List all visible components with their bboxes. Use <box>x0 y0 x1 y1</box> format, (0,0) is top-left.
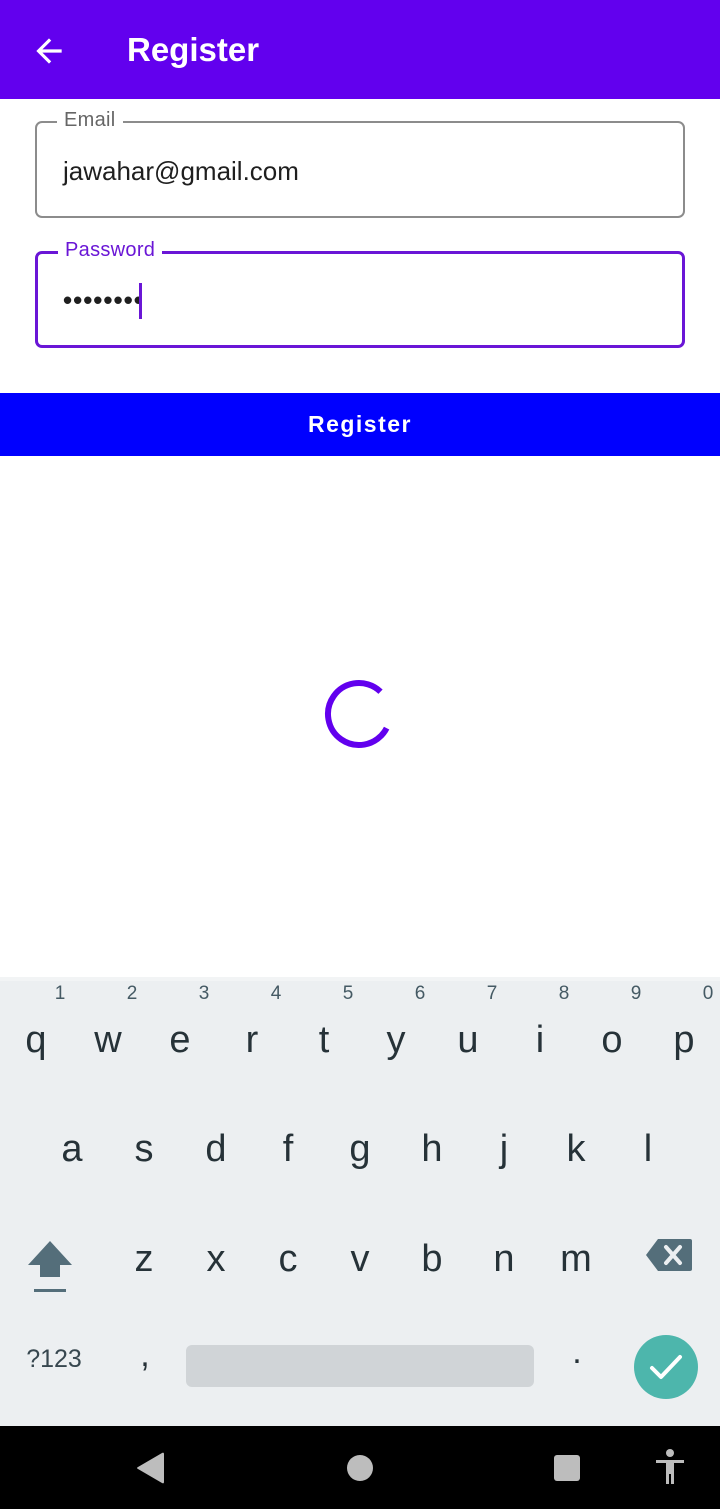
key-e[interactable]: 3e <box>144 984 216 1062</box>
key-label: p <box>673 1019 695 1061</box>
key-o[interactable]: 9o <box>576 984 648 1062</box>
email-field[interactable]: Email jawahar@gmail.com <box>35 108 685 218</box>
key-number-hint: 3 <box>198 983 210 1004</box>
nav-recents-icon[interactable] <box>553 1454 581 1482</box>
key-l[interactable]: l <box>612 1127 684 1171</box>
key-label: r <box>245 1019 259 1061</box>
key-f[interactable]: f <box>252 1127 324 1171</box>
loading-spinner-icon <box>325 680 393 748</box>
key-number-hint: 9 <box>630 983 642 1004</box>
system-nav-bar <box>0 1426 720 1509</box>
key-j[interactable]: j <box>468 1127 540 1171</box>
key-label: i <box>535 1019 545 1061</box>
key-m[interactable]: m <box>540 1237 612 1281</box>
password-value[interactable]: •••••••• <box>63 284 144 316</box>
nav-back-icon[interactable] <box>134 1450 168 1486</box>
key-number-hint: 2 <box>126 983 138 1004</box>
key-g[interactable]: g <box>324 1127 396 1171</box>
key-v[interactable]: v <box>324 1237 396 1281</box>
key-b[interactable]: b <box>396 1237 468 1281</box>
key-r[interactable]: 4r <box>216 984 288 1062</box>
key-c[interactable]: c <box>252 1237 324 1281</box>
key-s[interactable]: s <box>108 1127 180 1171</box>
key-w[interactable]: 2w <box>72 984 144 1062</box>
comma-key[interactable]: , <box>120 1336 170 1375</box>
key-u[interactable]: 7u <box>432 984 504 1062</box>
password-field[interactable]: Password •••••••• <box>35 238 685 348</box>
email-value[interactable]: jawahar@gmail.com <box>63 155 299 187</box>
key-k[interactable]: k <box>540 1127 612 1171</box>
arrow-back-icon[interactable] <box>30 32 68 70</box>
key-label: q <box>25 1019 47 1061</box>
register-button[interactable]: Register <box>0 393 720 456</box>
key-n[interactable]: n <box>468 1237 540 1281</box>
soft-keyboard: 1q2w3e4r5t6y7u8i9o0p asdfghjkl zxcvbnm ?… <box>0 977 720 1426</box>
key-p[interactable]: 0p <box>648 984 720 1062</box>
text-cursor <box>139 283 142 319</box>
key-label: y <box>386 1019 406 1061</box>
key-y[interactable]: 6y <box>360 984 432 1062</box>
key-x[interactable]: x <box>180 1237 252 1281</box>
key-number-hint: 4 <box>270 983 282 1004</box>
key-a[interactable]: a <box>36 1127 108 1171</box>
key-d[interactable]: d <box>180 1127 252 1171</box>
key-number-hint: 6 <box>414 983 426 1004</box>
key-label: w <box>94 1019 122 1061</box>
key-number-hint: 5 <box>342 983 354 1004</box>
key-number-hint: 0 <box>702 983 714 1004</box>
key-z[interactable]: z <box>108 1237 180 1281</box>
key-number-hint: 8 <box>558 983 570 1004</box>
email-label: Email <box>57 108 123 132</box>
key-label: e <box>169 1019 191 1061</box>
key-h[interactable]: h <box>396 1127 468 1171</box>
accessibility-icon[interactable] <box>654 1448 686 1486</box>
app-bar: Register <box>0 0 720 99</box>
key-number-hint: 7 <box>486 983 498 1004</box>
enter-key[interactable] <box>634 1335 698 1399</box>
register-screen: Register Email jawahar@gmail.com Passwor… <box>0 0 720 1509</box>
page-title: Register <box>127 31 260 68</box>
check-icon <box>650 1355 682 1379</box>
period-key[interactable]: . <box>552 1333 602 1372</box>
key-q[interactable]: 1q <box>0 984 72 1062</box>
key-i[interactable]: 8i <box>504 984 576 1062</box>
space-key[interactable] <box>186 1345 534 1387</box>
symbols-key[interactable]: ?123 <box>18 1345 90 1374</box>
key-label: t <box>318 1019 330 1061</box>
shift-icon[interactable] <box>22 1235 78 1299</box>
key-label: o <box>601 1019 623 1061</box>
key-t[interactable]: 5t <box>288 984 360 1062</box>
password-label: Password <box>58 238 163 262</box>
nav-home-icon[interactable] <box>346 1454 374 1482</box>
key-number-hint: 1 <box>54 983 66 1004</box>
key-label: u <box>457 1019 479 1061</box>
backspace-icon[interactable] <box>644 1237 694 1273</box>
